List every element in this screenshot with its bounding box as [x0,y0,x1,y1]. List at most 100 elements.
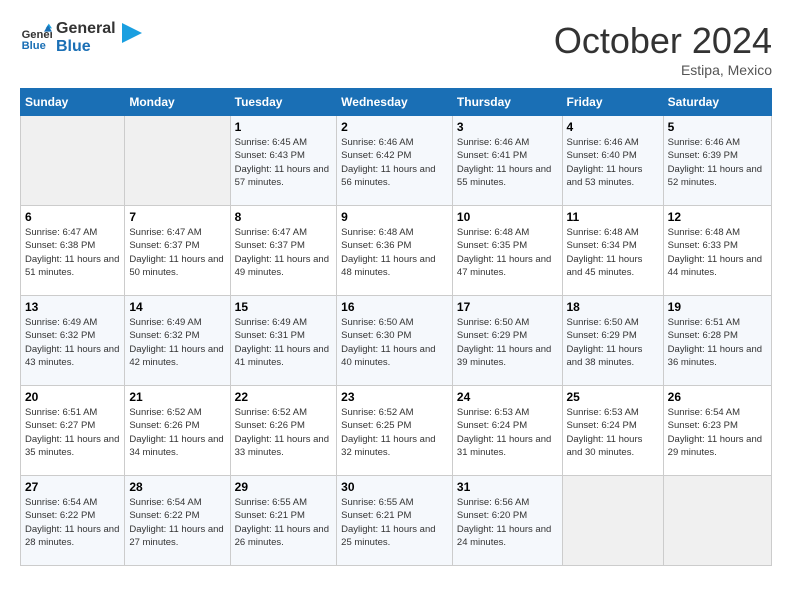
cell-content: Sunrise: 6:49 AMSunset: 6:32 PMDaylight:… [25,316,120,369]
day-number: 16 [341,300,448,314]
title-area: October 2024 Estipa, Mexico [554,20,772,78]
cell-content: Sunrise: 6:48 AMSunset: 6:35 PMDaylight:… [457,226,558,279]
calendar-cell: 31Sunrise: 6:56 AMSunset: 6:20 PMDayligh… [452,476,562,566]
cell-content: Sunrise: 6:53 AMSunset: 6:24 PMDaylight:… [567,406,659,459]
cell-content: Sunrise: 6:48 AMSunset: 6:33 PMDaylight:… [668,226,767,279]
calendar-cell [125,116,230,206]
day-number: 25 [567,390,659,404]
header-wednesday: Wednesday [337,89,453,116]
calendar-cell: 4Sunrise: 6:46 AMSunset: 6:40 PMDaylight… [562,116,663,206]
day-number: 29 [235,480,333,494]
week-row-1: 1 Sunrise: 6:45 AMSunset: 6:43 PMDaylight… [21,116,772,206]
location: Estipa, Mexico [554,62,772,78]
calendar-cell: 14 Sunrise: 6:49 AMSunset: 6:32 PMDayligh… [125,296,230,386]
cell-content: Sunrise: 6:56 AMSunset: 6:20 PMDaylight:… [457,496,558,549]
day-number: 1 [235,120,333,134]
calendar-cell [562,476,663,566]
day-number: 24 [457,390,558,404]
cell-content: Sunrise: 6:54 AMSunset: 6:22 PMDaylight:… [129,496,225,549]
cell-content: Sunrise: 6:46 AMSunset: 6:42 PMDaylight:… [341,136,448,189]
week-row-5: 27 Sunrise: 6:54 AMSunset: 6:22 PMDayligh… [21,476,772,566]
calendar-cell: 18 Sunrise: 6:50 AMSunset: 6:29 PMDayligh… [562,296,663,386]
week-row-2: 6Sunrise: 6:47 AMSunset: 6:38 PMDaylight… [21,206,772,296]
cell-content: Sunrise: 6:50 AMSunset: 6:29 PMDaylight:… [457,316,558,369]
header-sunday: Sunday [21,89,125,116]
day-number: 19 [668,300,767,314]
calendar-cell: 6Sunrise: 6:47 AMSunset: 6:38 PMDaylight… [21,206,125,296]
header-monday: Monday [125,89,230,116]
logo: General Blue General Blue [20,20,142,55]
calendar-cell: 19 Sunrise: 6:51 AMSunset: 6:28 PMDayligh… [663,296,771,386]
day-number: 18 [567,300,659,314]
calendar-cell: 5Sunrise: 6:46 AMSunset: 6:39 PMDaylight… [663,116,771,206]
calendar-cell: 3Sunrise: 6:46 AMSunset: 6:41 PMDaylight… [452,116,562,206]
cell-content: Sunrise: 6:45 AMSunset: 6:43 PMDaylight:… [235,136,333,189]
cell-content: Sunrise: 6:54 AMSunset: 6:22 PMDaylight:… [25,496,120,549]
calendar-cell: 21 Sunrise: 6:52 AMSunset: 6:26 PMDayligh… [125,386,230,476]
day-number: 27 [25,480,120,494]
cell-content: Sunrise: 6:52 AMSunset: 6:26 PMDaylight:… [129,406,225,459]
calendar-cell [663,476,771,566]
calendar-cell: 15 Sunrise: 6:49 AMSunset: 6:31 PMDayligh… [230,296,337,386]
cell-content: Sunrise: 6:46 AMSunset: 6:40 PMDaylight:… [567,136,659,189]
month-title: October 2024 [554,20,772,62]
cell-content: Sunrise: 6:47 AMSunset: 6:37 PMDaylight:… [129,226,225,279]
calendar-cell: 12Sunrise: 6:48 AMSunset: 6:33 PMDayligh… [663,206,771,296]
calendar-cell: 20 Sunrise: 6:51 AMSunset: 6:27 PMDayligh… [21,386,125,476]
logo-icon: General Blue [20,22,52,54]
calendar-cell [21,116,125,206]
calendar-cell: 17 Sunrise: 6:50 AMSunset: 6:29 PMDayligh… [452,296,562,386]
cell-content: Sunrise: 6:53 AMSunset: 6:24 PMDaylight:… [457,406,558,459]
calendar-cell: 1 Sunrise: 6:45 AMSunset: 6:43 PMDaylight… [230,116,337,206]
day-number: 10 [457,210,558,224]
calendar-cell: 2Sunrise: 6:46 AMSunset: 6:42 PMDaylight… [337,116,453,206]
cell-content: Sunrise: 6:51 AMSunset: 6:27 PMDaylight:… [25,406,120,459]
header-saturday: Saturday [663,89,771,116]
calendar-cell: 13 Sunrise: 6:49 AMSunset: 6:32 PMDayligh… [21,296,125,386]
cell-content: Sunrise: 6:51 AMSunset: 6:28 PMDaylight:… [668,316,767,369]
day-number: 7 [129,210,225,224]
week-row-4: 20 Sunrise: 6:51 AMSunset: 6:27 PMDayligh… [21,386,772,476]
day-number: 15 [235,300,333,314]
calendar-cell: 28 Sunrise: 6:54 AMSunset: 6:22 PMDayligh… [125,476,230,566]
calendar-cell: 29 Sunrise: 6:55 AMSunset: 6:21 PMDayligh… [230,476,337,566]
calendar-cell: 24 Sunrise: 6:53 AMSunset: 6:24 PMDayligh… [452,386,562,476]
day-number: 3 [457,120,558,134]
cell-content: Sunrise: 6:54 AMSunset: 6:23 PMDaylight:… [668,406,767,459]
day-number: 22 [235,390,333,404]
cell-content: Sunrise: 6:52 AMSunset: 6:25 PMDaylight:… [341,406,448,459]
cell-content: Sunrise: 6:49 AMSunset: 6:32 PMDaylight:… [129,316,225,369]
day-number: 30 [341,480,448,494]
header-thursday: Thursday [452,89,562,116]
cell-content: Sunrise: 6:46 AMSunset: 6:39 PMDaylight:… [668,136,767,189]
calendar-cell: 9 Sunrise: 6:48 AMSunset: 6:36 PMDaylight… [337,206,453,296]
header-friday: Friday [562,89,663,116]
cell-content: Sunrise: 6:47 AMSunset: 6:38 PMDaylight:… [25,226,120,279]
day-number: 9 [341,210,448,224]
logo-line1: General [56,20,116,38]
day-number: 13 [25,300,120,314]
week-row-3: 13 Sunrise: 6:49 AMSunset: 6:32 PMDayligh… [21,296,772,386]
day-number: 8 [235,210,333,224]
cell-content: Sunrise: 6:48 AMSunset: 6:36 PMDaylight:… [341,226,448,279]
cell-content: Sunrise: 6:55 AMSunset: 6:21 PMDaylight:… [235,496,333,549]
calendar-cell: 8Sunrise: 6:47 AMSunset: 6:37 PMDaylight… [230,206,337,296]
calendar-cell: 27 Sunrise: 6:54 AMSunset: 6:22 PMDayligh… [21,476,125,566]
day-number: 14 [129,300,225,314]
day-number: 28 [129,480,225,494]
calendar-cell: 30 Sunrise: 6:55 AMSunset: 6:21 PMDayligh… [337,476,453,566]
cell-content: Sunrise: 6:55 AMSunset: 6:21 PMDaylight:… [341,496,448,549]
cell-content: Sunrise: 6:50 AMSunset: 6:29 PMDaylight:… [567,316,659,369]
day-number: 20 [25,390,120,404]
day-number: 26 [668,390,767,404]
day-number: 23 [341,390,448,404]
calendar-cell: 11Sunrise: 6:48 AMSunset: 6:34 PMDayligh… [562,206,663,296]
header-row: SundayMondayTuesdayWednesdayThursdayFrid… [21,89,772,116]
cell-content: Sunrise: 6:48 AMSunset: 6:34 PMDaylight:… [567,226,659,279]
calendar-table: SundayMondayTuesdayWednesdayThursdayFrid… [20,88,772,566]
cell-content: Sunrise: 6:49 AMSunset: 6:31 PMDaylight:… [235,316,333,369]
day-number: 21 [129,390,225,404]
svg-text:Blue: Blue [22,40,46,52]
header-tuesday: Tuesday [230,89,337,116]
day-number: 17 [457,300,558,314]
